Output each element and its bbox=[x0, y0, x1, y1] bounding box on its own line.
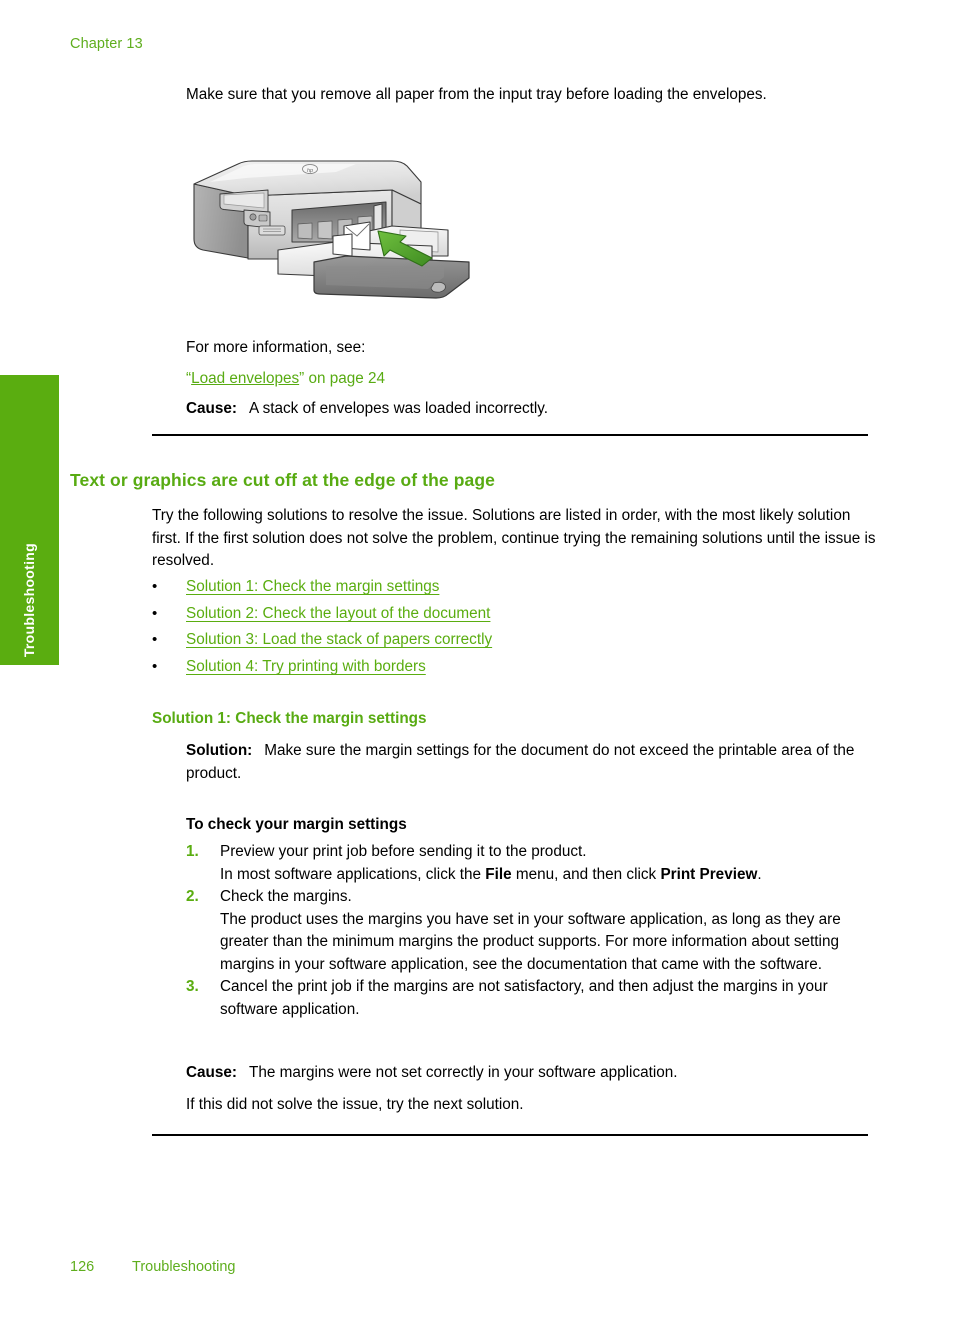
section-divider-top bbox=[152, 434, 868, 436]
svg-text:hp: hp bbox=[307, 168, 313, 174]
next-solution-note: If this did not solve the issue, try the… bbox=[186, 1096, 524, 1113]
list-item[interactable]: • Solution 2: Check the layout of the do… bbox=[152, 605, 852, 632]
cross-reference-line: “Load envelopes” on page 24 bbox=[186, 368, 878, 391]
cause-text: A stack of envelopes was loaded incorrec… bbox=[249, 400, 549, 417]
step-number-2: 2. bbox=[186, 888, 199, 905]
bullet-icon: • bbox=[152, 578, 158, 595]
solution-links-list: • Solution 1: Check the margin settings … bbox=[152, 578, 852, 685]
xref-load-envelopes-link[interactable]: Load envelopes bbox=[191, 370, 299, 387]
step-number-1: 1. bbox=[186, 843, 199, 860]
see-also-lead-in: For more information, see: bbox=[186, 339, 366, 356]
intro-paragraph: Make sure that you remove all paper from… bbox=[186, 86, 767, 103]
step-1-line-1: Preview your print job before sending it… bbox=[220, 843, 587, 860]
footer-page-number: 126 bbox=[70, 1259, 95, 1275]
cause-block-margins: Cause: The margins were not set correctly… bbox=[186, 1062, 878, 1085]
step-number-3: 3. bbox=[186, 978, 199, 995]
list-item[interactable]: • Solution 3: Load the stack of papers c… bbox=[152, 631, 852, 658]
step-1-line-2-prefix: In most software applications, click the bbox=[220, 865, 486, 883]
list-item: 3. Cancel the print job if the margins a… bbox=[186, 976, 880, 1021]
step-2-line-2: The product uses the margins you have se… bbox=[220, 910, 841, 973]
cause-block-envelopes: Cause: A stack of envelopes was loaded in… bbox=[186, 398, 878, 421]
solution-label: Solution: bbox=[186, 742, 253, 759]
list-item[interactable]: • Solution 4: Try printing with borders bbox=[152, 658, 852, 685]
procedure-steps-list: 1. Preview your print job before sending… bbox=[186, 841, 880, 1021]
step-1-line-2-suffix: . bbox=[757, 865, 762, 883]
step-body-3: Cancel the print job if the margins are … bbox=[220, 978, 828, 1018]
cause-label: Cause: bbox=[186, 1064, 238, 1081]
step-1-menu-file: File bbox=[485, 865, 512, 883]
side-tab-troubleshooting: Troubleshooting bbox=[0, 375, 59, 665]
solution-1-body: Solution: Make sure the margin settings f… bbox=[186, 740, 878, 785]
cause-label: Cause: bbox=[186, 400, 238, 417]
list-item: 1. Preview your print job before sending… bbox=[186, 841, 880, 886]
side-tab-label: Troubleshooting bbox=[20, 542, 37, 657]
xref-page-suffix: on page 24 bbox=[304, 370, 386, 387]
solution-link-1[interactable]: Solution 1: Check the margin settings bbox=[186, 578, 439, 596]
cause-text: The margins were not set correctly in yo… bbox=[249, 1064, 678, 1081]
section-divider-bottom bbox=[152, 1134, 868, 1136]
step-body-1: Preview your print job before sending it… bbox=[220, 841, 880, 886]
list-item[interactable]: • Solution 1: Check the margin settings bbox=[152, 578, 852, 605]
solution-1-heading: Solution 1: Check the margin settings bbox=[152, 710, 427, 727]
section-intro-paragraph: Try the following solutions to resolve t… bbox=[152, 507, 876, 569]
printer-illustration: hp bbox=[186, 138, 486, 303]
solution-text: Make sure the margin settings for the do… bbox=[186, 742, 855, 782]
step-2-line-1: Check the margins. bbox=[220, 888, 352, 905]
bullet-icon: • bbox=[152, 658, 158, 676]
solution-link-3[interactable]: Solution 3: Load the stack of papers cor… bbox=[186, 631, 492, 649]
step-body-2: Check the margins. The product uses the … bbox=[220, 886, 880, 976]
procedure-heading: To check your margin settings bbox=[186, 816, 407, 833]
solution-link-2[interactable]: Solution 2: Check the layout of the docu… bbox=[186, 605, 490, 623]
section-heading: Text or graphics are cut off at the edge… bbox=[70, 470, 495, 490]
chapter-header: Chapter 13 bbox=[70, 36, 143, 52]
step-1-menu-print-preview: Print Preview bbox=[660, 865, 758, 883]
bullet-icon: • bbox=[152, 631, 158, 649]
step-1-line-2-middle: menu, and then click bbox=[511, 865, 661, 883]
solution-link-4[interactable]: Solution 4: Try printing with borders bbox=[186, 658, 426, 676]
bullet-icon: • bbox=[152, 604, 158, 622]
list-item: 2. Check the margins. The product uses t… bbox=[186, 886, 880, 976]
footer-section-title: Troubleshooting bbox=[132, 1259, 236, 1275]
